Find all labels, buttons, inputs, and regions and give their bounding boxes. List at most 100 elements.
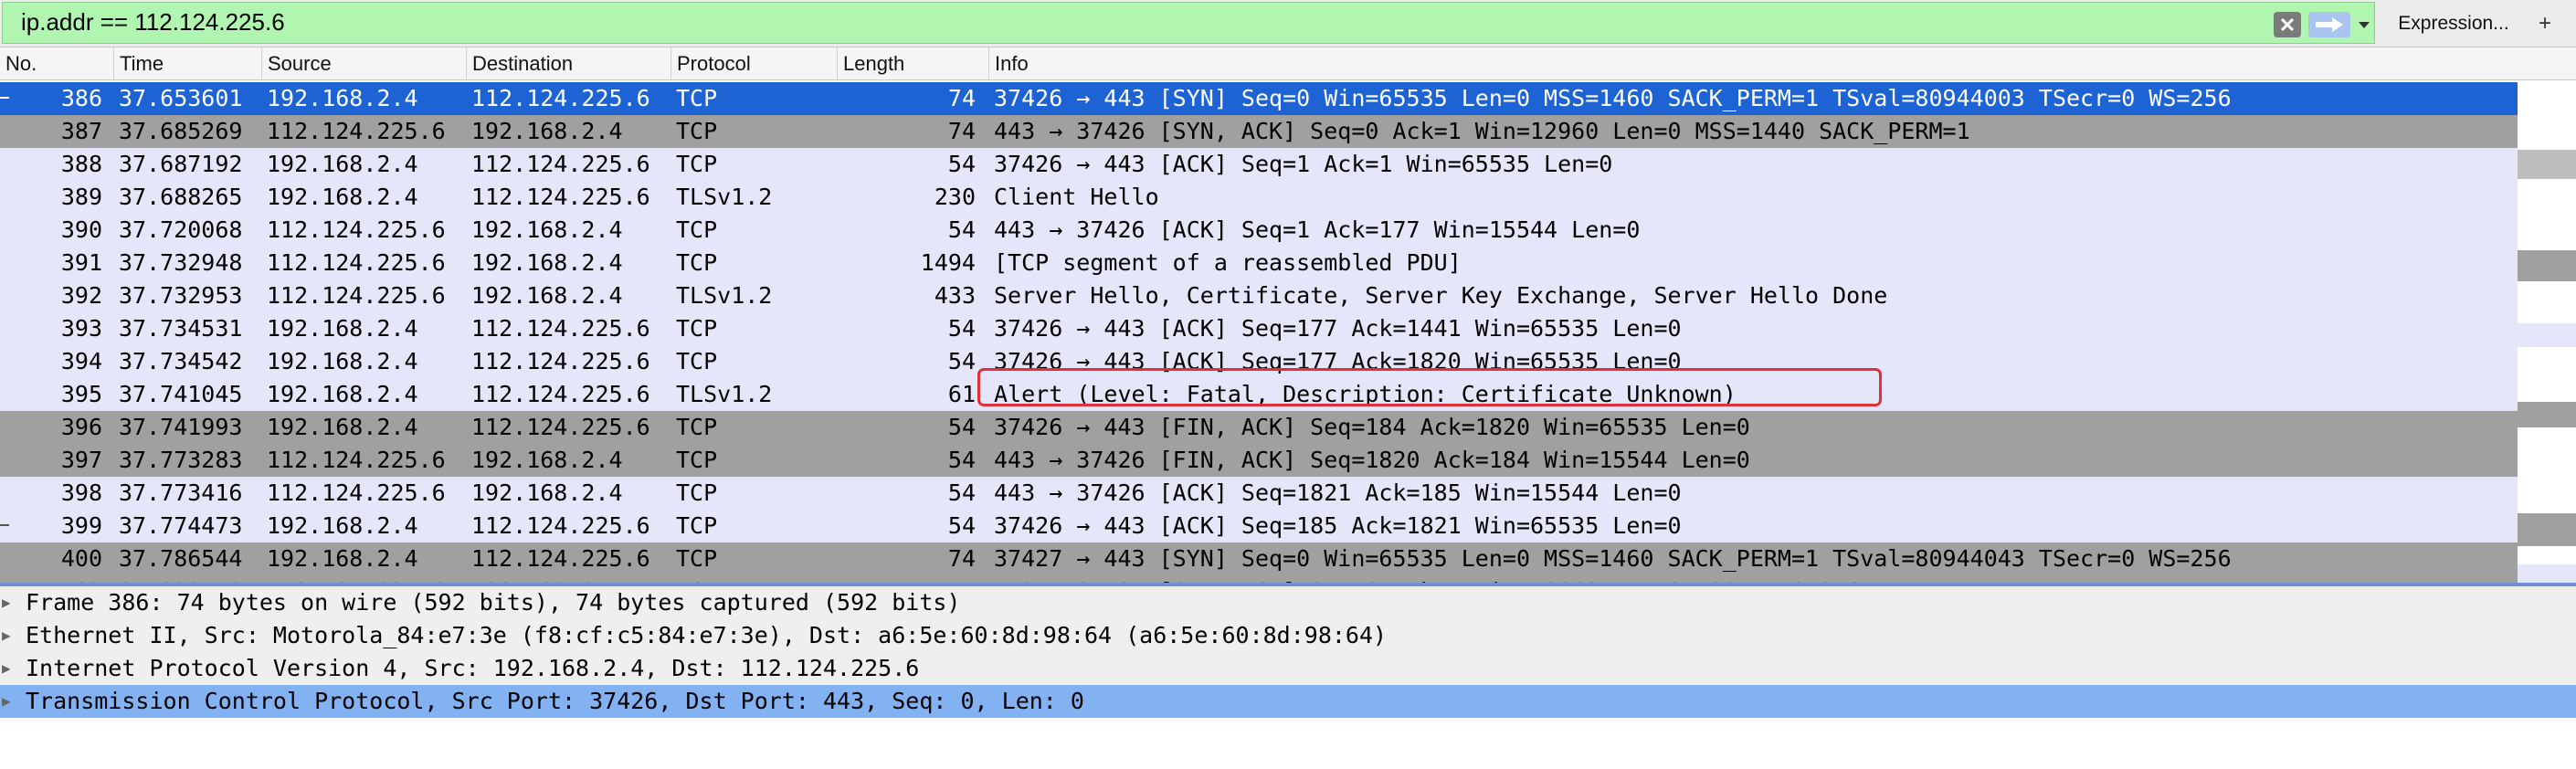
packet-src-cell: 112.124.225.6 [267,447,446,473]
packet-dst-cell: 192.168.2.4 [471,447,623,473]
packet-info-cell: 443 → 37426 [ACK] Seq=1821 Ack=185 Win=1… [994,479,1682,506]
packet-row[interactable]: 395 37.741045 192.168.2.4 112.124.225.6 TLSv… [0,378,2518,411]
packet-dst-cell: 192.168.2.4 [471,575,623,583]
packet-src-cell: 112.124.225.6 [267,249,446,276]
packet-info-cell: 37426 → 443 [FIN, ACK] Seq=184 Ack=1820 … [994,414,1750,440]
column-header-length[interactable]: Length [837,47,988,80]
packet-time-cell: 37.688265 [119,184,243,210]
filter-history-dropdown[interactable] [2354,12,2374,37]
packet-len-cell: 54 [947,348,976,374]
detail-tree-item[interactable]: ▶ Ethernet II, Src: Motorola_84:e7:3e (f8… [0,619,2576,652]
detail-tree-label: Frame 386: 74 bytes on wire (592 bits), … [26,589,961,616]
packet-src-cell: 192.168.2.4 [267,315,418,342]
expand-arrow-icon[interactable]: ▶ [2,685,11,718]
packet-len-cell: 230 [934,184,976,210]
column-header-destination[interactable]: Destination [466,47,670,80]
packet-proto-cell: TCP [676,575,717,583]
packet-proto-cell: TCP [676,315,718,342]
minimap-segment [2518,513,2576,546]
packet-info-cell: 37426 → 443 [ACK] Seq=185 Ack=1821 Win=6… [994,512,1682,539]
packet-row[interactable]: 402 37.820778 112.124.225.6 192.168.2.4 TCP 7… [0,575,2518,583]
column-header-protocol[interactable]: Protocol [670,47,837,80]
detail-tree-item[interactable]: ▶ Transmission Control Protocol, Src Port… [0,685,2576,718]
packet-src-cell: 112.124.225.6 [267,118,446,144]
column-header-info[interactable]: Info [988,47,2576,80]
packet-info-cell: 37426 → 443 [ACK] Seq=177 Ack=1441 Win=6… [994,315,1682,342]
packet-no-cell: 391 [60,249,102,276]
packet-proto-cell: TCP [676,85,718,111]
column-header-time[interactable]: Time [113,47,261,80]
packet-time-cell: 37.820778 [119,575,242,583]
packet-row[interactable]: 396 37.741993 192.168.2.4 112.124.225.6 TCP 5… [0,411,2518,444]
packet-time-cell: 37.741993 [119,414,243,440]
packet-row[interactable]: 400 37.786544 192.168.2.4 112.124.225.6 TCP 7… [0,543,2518,575]
packet-proto-cell: TCP [676,545,718,572]
packet-list-header: No. Time Source Destination Protocol Len… [0,47,2576,80]
add-filter-button[interactable]: + [2527,5,2563,42]
packet-no-cell: 400 [60,545,102,572]
packet-src-cell: 112.124.225.6 [267,575,446,583]
display-filter-toolbar: ip.addr == 112.124.225.6 Expression... + [0,0,2576,47]
packet-info-cell: Server Hello, Certificate, Server Key Ex… [994,282,1888,309]
packet-time-cell: 37.734531 [119,315,243,342]
packet-row[interactable]: 394 37.734542 192.168.2.4 112.124.225.6 TCP 5… [0,345,2518,378]
packet-src-cell: 192.168.2.4 [267,414,418,440]
packet-row[interactable]: 391 37.732948 112.124.225.6 192.168.2.4 TCP 1… [0,247,2518,279]
packet-len-cell: 74 [947,85,976,111]
packet-len-cell: 54 [947,447,976,473]
packet-dst-cell: 112.124.225.6 [471,512,650,539]
packet-dst-cell: 112.124.225.6 [471,348,650,374]
packet-list[interactable]: 386 37.653601 192.168.2.4 112.124.225.6 TCP 7… [0,80,2518,583]
column-header-source[interactable]: Source [261,47,466,80]
minimap-segment [2518,150,2576,179]
packet-len-cell: 54 [947,479,976,506]
minimap-segment [2518,323,2576,347]
packet-row[interactable]: 393 37.734531 192.168.2.4 112.124.225.6 TCP 5… [0,312,2518,345]
packet-row[interactable]: 387 37.685269 112.124.225.6 192.168.2.4 TCP 7… [0,115,2518,148]
detail-tree-label: Internet Protocol Version 4, Src: 192.16… [26,655,920,681]
packet-proto-cell: TLSv1.2 [676,184,773,210]
packet-proto-cell: TCP [676,512,718,539]
packet-time-cell: 37.734542 [119,348,243,374]
packet-time-cell: 37.653601 [119,85,243,111]
packet-time-cell: 37.774473 [119,512,243,539]
packet-proto-cell: TCP [676,348,718,374]
packet-time-cell: 37.687192 [119,151,243,177]
minimap-segment [2518,250,2576,281]
packet-proto-cell: TCP [676,479,718,506]
packet-len-cell: 74 [833,575,976,583]
apply-filter-button[interactable] [2308,12,2350,37]
packet-no-cell: 399 [60,512,102,539]
packet-time-cell: 37.685269 [119,118,243,144]
display-filter-input[interactable]: ip.addr == 112.124.225.6 [2,2,2375,44]
packet-no-cell: 388 [60,151,102,177]
minimap-segment [2518,402,2576,427]
packet-info-cell: 443 → 37426 [SYN, ACK] Seq=0 Ack=1 Win=1… [994,118,1970,144]
packet-row[interactable]: 397 37.773283 112.124.225.6 192.168.2.4 TCP 5… [0,444,2518,477]
expand-arrow-icon[interactable]: ▶ [2,619,11,652]
packet-dst-cell: 192.168.2.4 [471,282,623,309]
packet-len-cell: 433 [934,282,976,309]
packet-row[interactable]: 386 37.653601 192.168.2.4 112.124.225.6 TCP 7… [0,82,2518,115]
packet-no-cell: 393 [60,315,102,342]
expression-button[interactable]: Expression... [2390,5,2518,42]
packet-time-cell: 37.786544 [119,545,243,572]
packet-row[interactable]: 389 37.688265 192.168.2.4 112.124.225.6 TLSv… [0,181,2518,214]
detail-tree-label: Ethernet II, Src: Motorola_84:e7:3e (f8:… [26,622,1388,648]
clear-filter-button[interactable] [2274,12,2301,37]
packet-src-cell: 192.168.2.4 [267,85,418,111]
packet-row[interactable]: 398 37.773416 112.124.225.6 192.168.2.4 TCP 5… [0,477,2518,510]
detail-tree-item[interactable]: ▶ Frame 386: 74 bytes on wire (592 bits),… [0,586,2576,619]
packet-row[interactable]: 392 37.732953 112.124.225.6 192.168.2.4 TLSv… [0,279,2518,312]
packet-dst-cell: 192.168.2.4 [471,249,623,276]
expand-arrow-icon[interactable]: ▶ [2,652,11,685]
close-icon [2280,17,2295,32]
detail-tree-item[interactable]: ▶ Internet Protocol Version 4, Src: 192.1… [0,652,2576,685]
packet-list-minimap[interactable] [2518,80,2576,583]
column-header-no[interactable]: No. [0,47,113,80]
packet-row[interactable]: 399 37.774473 192.168.2.4 112.124.225.6 TCP 5… [0,510,2518,543]
packet-row[interactable]: 390 37.720068 112.124.225.6 192.168.2.4 TCP 5… [0,214,2518,247]
packet-row[interactable]: 388 37.687192 192.168.2.4 112.124.225.6 TCP 5… [0,148,2518,181]
expand-arrow-icon[interactable]: ▶ [2,586,11,619]
detail-tree-label: Transmission Control Protocol, Src Port:… [26,688,1084,714]
